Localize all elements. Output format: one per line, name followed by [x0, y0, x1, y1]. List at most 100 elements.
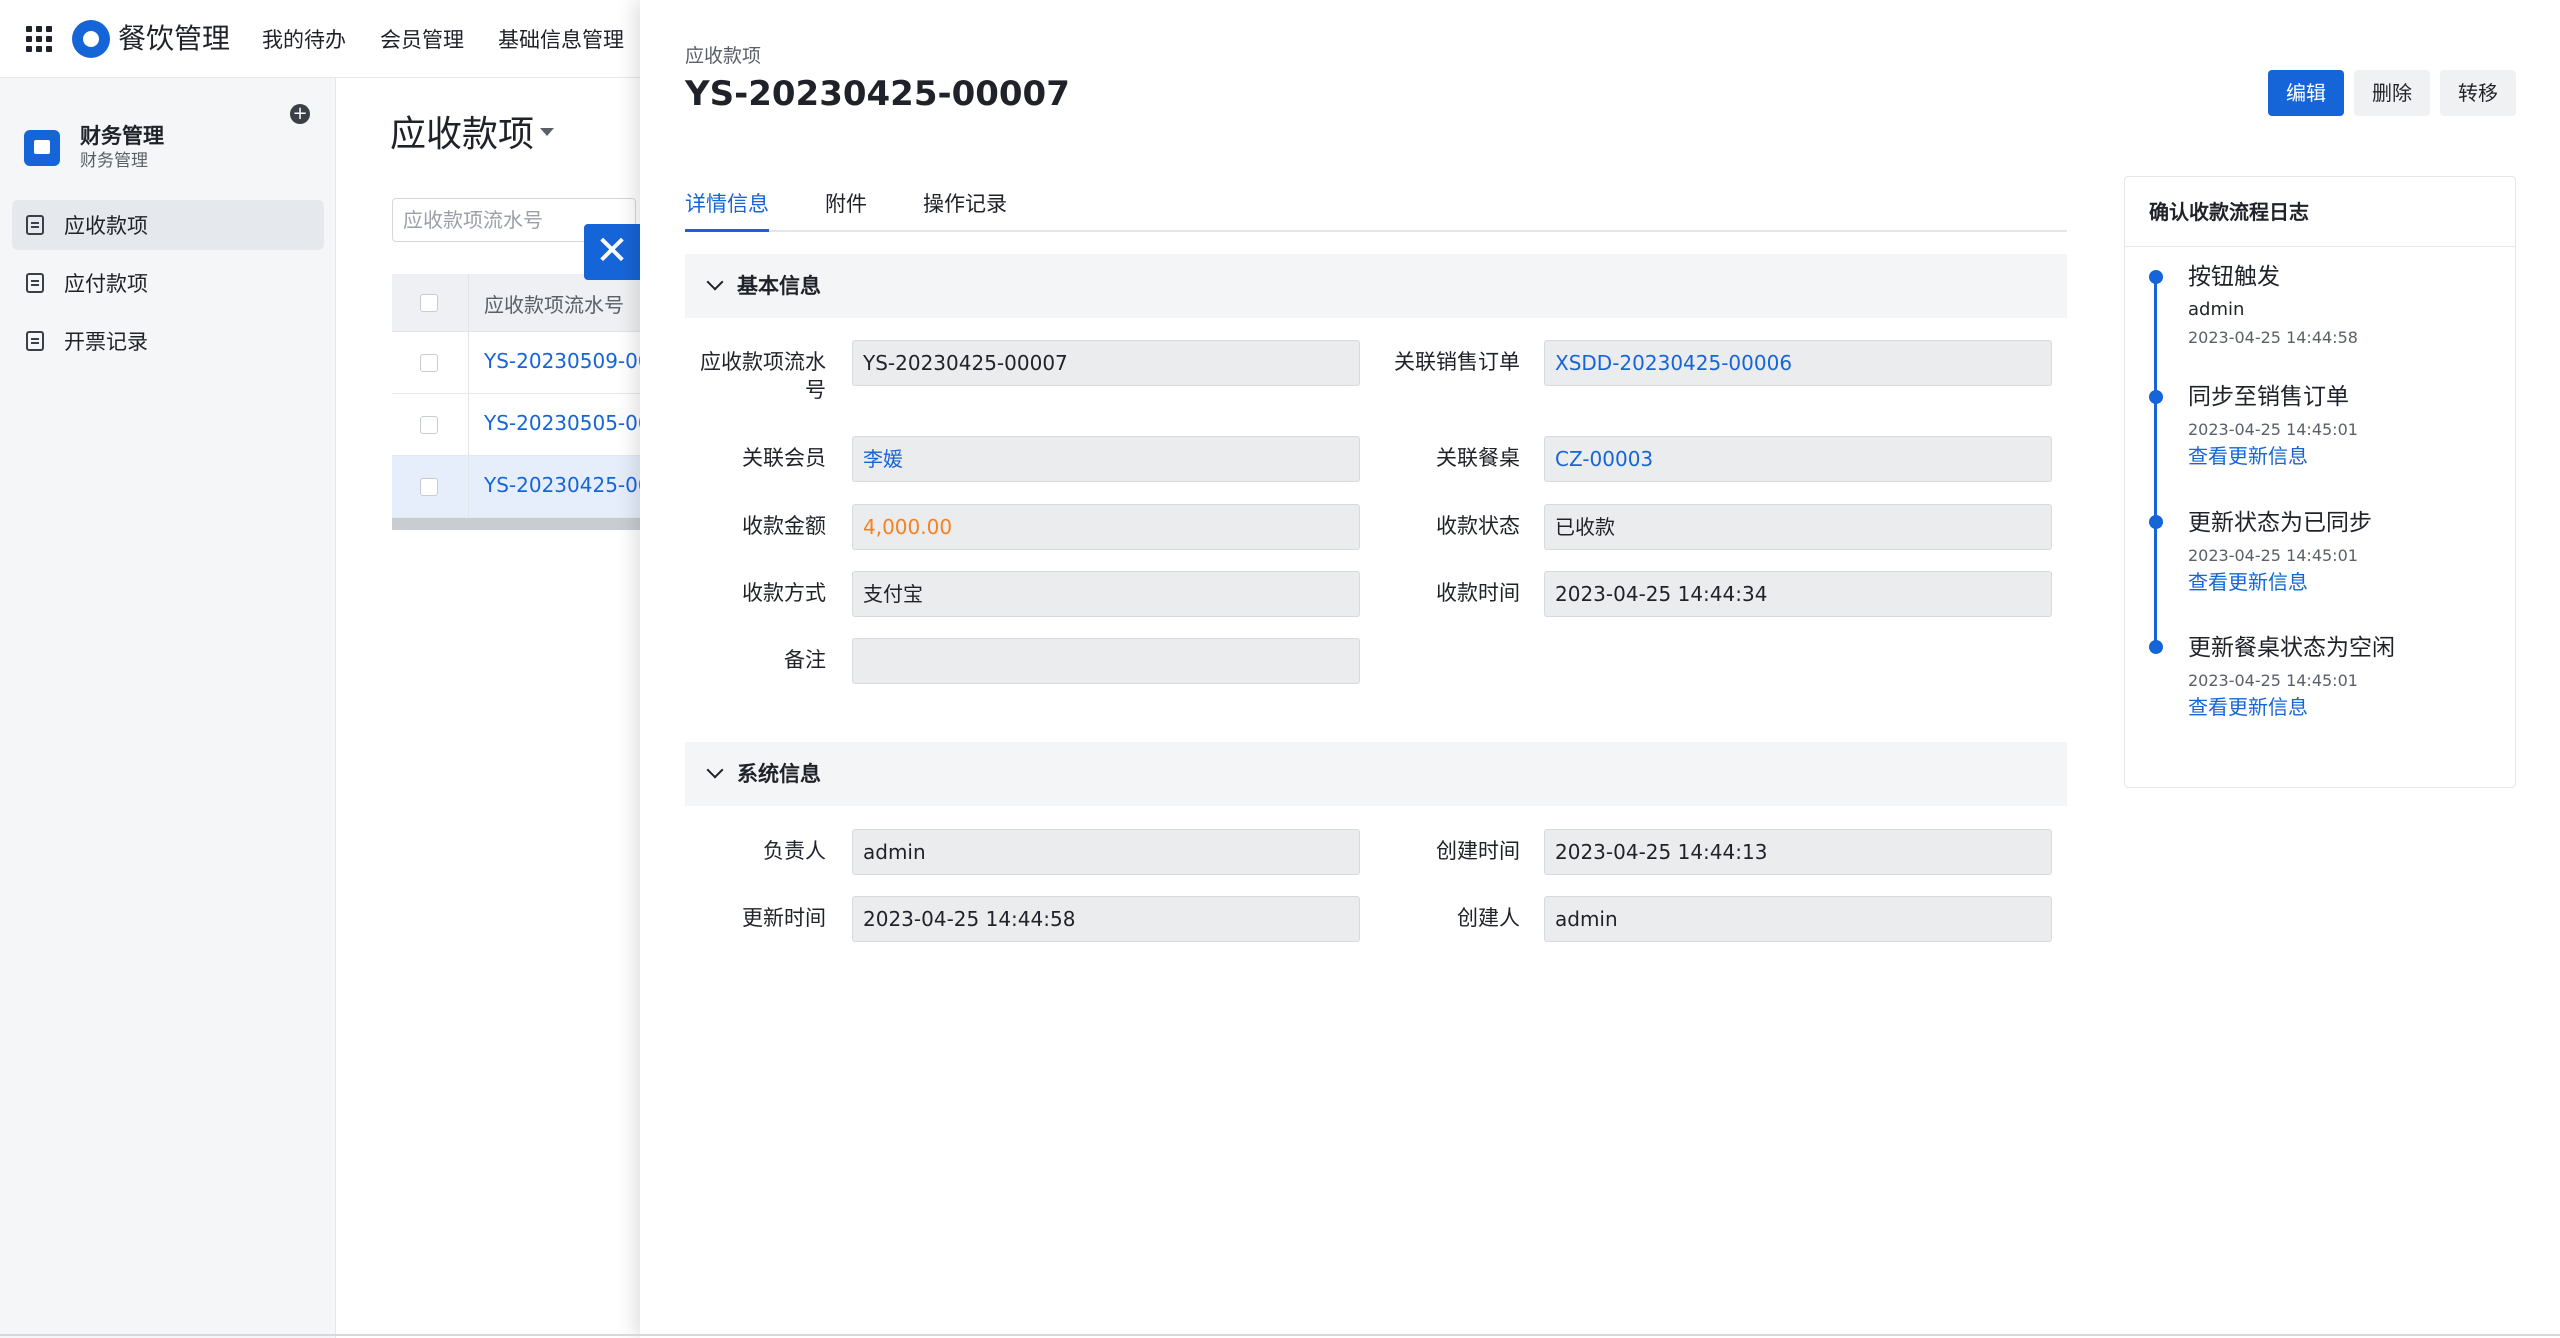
app-logo	[72, 20, 110, 58]
section-system-info[interactable]: 系统信息	[685, 742, 2067, 806]
finance-module-icon	[24, 130, 60, 166]
select-all-checkbox[interactable]	[420, 294, 438, 312]
payment-status-label: 收款状态	[1436, 514, 1520, 538]
updated-time-field: 2023-04-25 14:44:58	[852, 896, 1360, 942]
page-title[interactable]: 应收款项	[390, 110, 534, 160]
column-divider	[468, 456, 469, 517]
close-drawer-button[interactable]: ✕	[584, 224, 640, 280]
log-entry-title: 更新状态为已同步	[2188, 510, 2372, 536]
created-time-label: 创建时间	[1436, 839, 1520, 863]
updated-time-label: 更新时间	[742, 906, 826, 930]
serial-field: YS-20230425-00007	[852, 340, 1360, 386]
column-divider	[468, 274, 469, 331]
close-icon: ✕	[595, 228, 629, 274]
log-entry-title: 同步至销售订单	[2188, 384, 2349, 410]
dining-table-label: 关联餐桌	[1436, 446, 1520, 470]
column-divider	[468, 332, 469, 393]
detail-tabs: 详情信息 附件 操作记录	[685, 178, 2067, 232]
app-title: 餐饮管理	[118, 22, 231, 55]
column-header-serial[interactable]: 应收款项流水号	[484, 289, 624, 318]
timeline-dot	[2149, 640, 2163, 654]
row-checkbox[interactable]	[420, 478, 438, 496]
sidebar-item-receivables[interactable]: 应收款项	[12, 200, 324, 250]
sales-order-label: 关联销售订单	[1394, 350, 1520, 374]
chevron-down-icon	[706, 273, 724, 291]
nav-my-todo[interactable]: 我的待办	[262, 26, 346, 54]
table-header: 应收款项流水号	[392, 274, 640, 332]
module-title: 财务管理	[80, 124, 164, 148]
module-subtitle: 财务管理	[80, 151, 148, 171]
transfer-button[interactable]: 转移	[2440, 70, 2516, 116]
owner-label: 负责人	[763, 839, 826, 863]
view-update-link[interactable]: 查看更新信息	[2188, 694, 2308, 720]
delete-button[interactable]: 删除	[2354, 70, 2430, 116]
row-checkbox[interactable]	[420, 354, 438, 372]
table-row[interactable]: YS-20230425-00...	[392, 456, 670, 518]
payment-status-field: 已收款	[1544, 504, 2052, 550]
sales-order-field[interactable]: XSDD-20230425-00006	[1544, 340, 2052, 386]
apps-grid-icon[interactable]	[26, 26, 52, 52]
process-log-card: 确认收款流程日志	[2124, 176, 2516, 788]
timeline-dot	[2149, 515, 2163, 529]
section-title: 系统信息	[737, 762, 821, 786]
tab-attachments[interactable]: 附件	[825, 178, 867, 230]
document-icon	[26, 215, 44, 235]
log-entry-time: 2023-04-25 14:45:01	[2188, 420, 2358, 439]
chevron-down-icon	[706, 761, 724, 779]
view-update-link[interactable]: 查看更新信息	[2188, 569, 2308, 595]
member-field[interactable]: 李媛	[852, 436, 1360, 482]
section-basic-info[interactable]: 基本信息	[685, 254, 2067, 318]
bottom-divider	[0, 1334, 2560, 1336]
serial-label: 应收款项流水号	[700, 350, 826, 402]
log-entry-time: 2023-04-25 14:45:01	[2188, 546, 2358, 565]
amount-field: 4,000.00	[852, 504, 1360, 550]
payment-time-field: 2023-04-25 14:44:34	[1544, 571, 2052, 617]
column-divider	[468, 394, 469, 455]
payment-method-field: 支付宝	[852, 571, 1360, 617]
top-bar: 餐饮管理 我的待办 会员管理 基础信息管理	[0, 0, 640, 78]
log-entry-title: 按钮触发	[2188, 264, 2280, 290]
owner-field: admin	[852, 829, 1360, 875]
log-entry-title: 更新餐桌状态为空闲	[2188, 635, 2395, 661]
section-title: 基本信息	[737, 274, 821, 298]
add-menu-icon[interactable]: +	[290, 104, 310, 124]
log-entry-time: 2023-04-25 14:45:01	[2188, 671, 2358, 690]
table-row[interactable]: YS-20230505-00...	[392, 394, 670, 456]
log-entry-time: 2023-04-25 14:44:58	[2188, 328, 2358, 347]
log-entry-user: admin	[2188, 299, 2245, 320]
view-update-link[interactable]: 查看更新信息	[2188, 443, 2308, 469]
nav-basic-info-management[interactable]: 基础信息管理	[498, 26, 624, 54]
sidebar-item-invoices[interactable]: 开票记录	[12, 316, 324, 366]
remark-label: 备注	[784, 648, 826, 672]
amount-label: 收款金额	[742, 514, 826, 538]
tab-details[interactable]: 详情信息	[685, 178, 769, 232]
payment-time-label: 收款时间	[1436, 581, 1520, 605]
sidebar-item-label: 开票记录	[64, 330, 148, 354]
sidebar-item-label: 应收款项	[64, 214, 148, 238]
creator-field: admin	[1544, 896, 2052, 942]
top-nav: 我的待办 会员管理 基础信息管理	[262, 26, 658, 54]
payment-method-label: 收款方式	[742, 581, 826, 605]
sidebar-item-payables[interactable]: 应付款项	[12, 258, 324, 308]
dining-table-field[interactable]: CZ-00003	[1544, 436, 2052, 482]
document-icon	[26, 331, 44, 351]
nav-member-management[interactable]: 会员管理	[380, 26, 464, 54]
table-scrollbar[interactable]	[392, 518, 640, 530]
edit-button[interactable]: 编辑	[2268, 70, 2344, 116]
creator-label: 创建人	[1457, 906, 1520, 930]
table-row[interactable]: YS-20230509-00...	[392, 332, 670, 394]
row-checkbox[interactable]	[420, 416, 438, 434]
view-dropdown-icon[interactable]	[540, 128, 554, 136]
tab-operation-log[interactable]: 操作记录	[923, 178, 1007, 230]
sidebar: 财务管理 财务管理 + 应收款项 应付款项 开票记录	[0, 78, 336, 1338]
timeline-line	[2154, 276, 2157, 650]
document-icon	[26, 273, 44, 293]
log-card-title: 确认收款流程日志	[2125, 177, 2515, 247]
remark-field	[852, 638, 1360, 684]
member-label: 关联会员	[742, 446, 826, 470]
breadcrumb: 应收款项	[685, 45, 762, 67]
created-time-field: 2023-04-25 14:44:13	[1544, 829, 2052, 875]
sidebar-item-label: 应付款项	[64, 272, 148, 296]
timeline-dot	[2149, 390, 2163, 404]
timeline-dot	[2149, 270, 2163, 284]
